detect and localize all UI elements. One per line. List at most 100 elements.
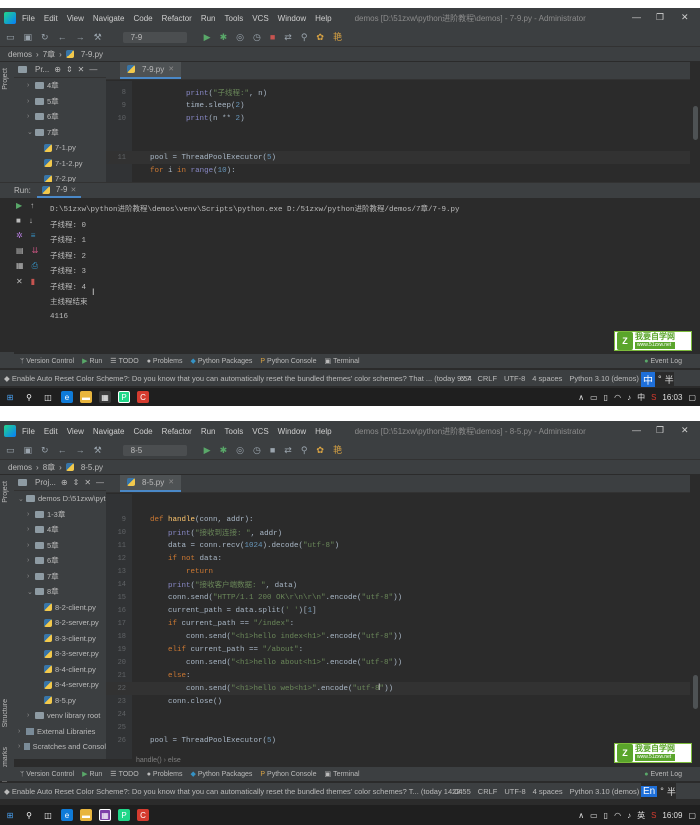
coverage-icon[interactable]: ◎ — [236, 32, 244, 42]
locate-icon[interactable]: ⊕ — [61, 478, 68, 487]
coverage-icon[interactable]: ◎ — [236, 445, 244, 455]
code-editor[interactable]: 8-5.py ✕ 9 def handle(conn, addr): 10 prin… — [106, 475, 690, 759]
ime-indicator[interactable]: En ° 半 — [641, 783, 676, 799]
status-indent[interactable]: 4 spaces — [533, 787, 563, 796]
rerun-icon[interactable]: ▶ — [16, 201, 22, 210]
tool-run[interactable]: ▶ Run — [82, 357, 102, 366]
code-line[interactable]: 15 conn.send("HTTP/1.1 200 OK\r\n\r\n".e… — [106, 591, 690, 604]
stop-run-icon[interactable]: ■ — [16, 216, 21, 225]
status-encoding[interactable]: UTF-8 — [504, 374, 525, 383]
status-indent[interactable]: 4 spaces — [532, 374, 562, 383]
tool-problems[interactable]: ● Problems — [147, 771, 183, 778]
tool-terminal[interactable]: ▣ Terminal — [324, 357, 359, 366]
status-encoding[interactable]: UTF-8 — [504, 787, 525, 796]
settings-gear-icon[interactable]: ✲ — [16, 231, 23, 240]
sync-icon[interactable]: ↻ — [41, 32, 49, 42]
tree-file-item[interactable]: 8-4-server.py — [14, 677, 106, 693]
code-line[interactable]: 14 print("接收客户端数据: ", data) — [106, 578, 690, 591]
tree-folder-item[interactable]: › 7章 — [14, 569, 106, 585]
tool-event-log[interactable]: ● Event Log — [644, 771, 682, 778]
wifi-icon[interactable]: ◠ — [614, 393, 621, 402]
project-panel-title[interactable]: Proj... — [35, 478, 56, 487]
menu-refactor[interactable]: Refactor — [162, 427, 192, 436]
task-view-icon[interactable]: ◫ — [42, 391, 54, 403]
tab-current-file[interactable]: 8-5.py ✕ — [120, 475, 182, 492]
tab-current-file[interactable]: 7-9.py ✕ — [120, 62, 182, 79]
tray-language[interactable]: 中 — [637, 392, 645, 403]
pycharm-taskbar-icon[interactable]: P — [118, 391, 130, 403]
network-icon[interactable]: ▭ — [590, 811, 598, 820]
editor-scrollbar[interactable] — [690, 62, 700, 182]
tree-folder-item[interactable]: › Scratches and Consol — [14, 739, 106, 755]
scrollbar-thumb[interactable] — [693, 106, 698, 140]
scroll-end-icon[interactable]: ⇊ — [32, 246, 39, 255]
code-editor[interactable]: 7-9.py ✕ 8 print("子线程:", n) 9 time.sleep(… — [106, 62, 690, 182]
pin-icon[interactable]: ▦ — [16, 261, 24, 271]
search-icon[interactable]: ⚲ — [23, 391, 35, 403]
menu-help[interactable]: Help — [315, 427, 331, 436]
vcs-icon[interactable]: ⇄ — [284, 32, 292, 42]
plugin-icon[interactable]: ✿ — [316, 32, 324, 42]
close-run-icon[interactable]: ✕ — [16, 277, 23, 286]
chevron-right-icon[interactable]: › — [27, 113, 35, 120]
minimize-icon[interactable]: — — [632, 12, 641, 22]
print-icon[interactable]: ⎙ — [32, 261, 38, 271]
status-line-separator[interactable]: CRLF — [477, 374, 497, 383]
menu-view[interactable]: View — [67, 427, 84, 436]
menu-run[interactable]: Run — [201, 14, 216, 23]
code-line[interactable]: 21 else: — [106, 669, 690, 682]
menu-navigate[interactable]: Navigate — [93, 14, 125, 23]
code-line[interactable]: 19 elif current_path == "/about": — [106, 643, 690, 656]
menu-window[interactable]: Window — [278, 427, 306, 436]
save-icon[interactable]: ▣ — [24, 445, 33, 455]
translate-icon[interactable]: 艳 — [333, 445, 342, 455]
save-icon[interactable]: ▣ — [24, 32, 33, 42]
notifications-icon[interactable]: ▢ — [688, 811, 696, 820]
tree-file-item[interactable]: 8-3-client.py — [14, 631, 106, 647]
pycharm-taskbar-icon[interactable]: P — [118, 809, 130, 821]
back-icon[interactable]: ← — [58, 32, 67, 42]
project-tool-button[interactable]: Project — [2, 68, 9, 90]
code-line[interactable]: 13 return — [106, 565, 690, 578]
close-window-icon[interactable]: ✕ — [681, 425, 689, 436]
tree-folder-item[interactable]: › 5章 — [14, 538, 106, 554]
wifi-icon[interactable]: ◠ — [614, 811, 621, 820]
code-line[interactable]: 25 — [106, 721, 690, 734]
tool-python-console[interactable]: P Python Console — [260, 771, 316, 778]
status-interpreter[interactable]: Python 3.10 (demos) — [569, 374, 639, 383]
tool-python-packages[interactable]: ◆ Python Packages — [191, 770, 253, 779]
stop-icon[interactable]: ■ — [270, 445, 275, 455]
vcs-icon[interactable]: ⇄ — [284, 445, 292, 455]
translate-icon[interactable]: 艳 — [333, 32, 342, 42]
tree-folder-item[interactable]: › 5章 — [14, 94, 106, 110]
code-line[interactable]: 26 pool = ThreadPoolExecutor(5) — [106, 734, 690, 747]
run-config-selector[interactable]: 8-5 — [122, 444, 187, 456]
windows-start-icon[interactable]: ⊞ — [4, 809, 16, 821]
code-line[interactable]: 22 conn.send("<h1>hello web<h1>".encode(… — [106, 682, 690, 695]
chevron-right-icon[interactable]: › — [27, 82, 35, 89]
code-line[interactable]: 24 — [106, 708, 690, 721]
tree-file-item[interactable]: 8-2-server.py — [14, 615, 106, 631]
sync-icon[interactable]: ↻ — [41, 445, 49, 455]
menu-run[interactable]: Run — [201, 427, 216, 436]
windows-start-icon[interactable]: ⊞ — [4, 391, 16, 403]
restore-icon[interactable]: ❐ — [656, 12, 664, 23]
file-explorer-icon[interactable]: ▬ — [80, 391, 92, 403]
tool-python-packages[interactable]: ◆ Python Packages — [191, 357, 253, 366]
menu-view[interactable]: View — [67, 14, 84, 23]
menu-code[interactable]: Code — [133, 427, 152, 436]
code-line[interactable]: 10 print("接收到连接: ", addr) — [106, 526, 690, 539]
tree-folder-item[interactable]: › 6章 — [14, 553, 106, 569]
chevron-right-icon[interactable]: › — [18, 728, 26, 735]
menu-vcs[interactable]: VCS — [252, 427, 268, 436]
breadcrumb-item-file[interactable]: 7-9.py — [81, 50, 103, 59]
chevron-right-icon[interactable]: › — [27, 542, 35, 549]
build-hammer-icon[interactable]: ⚒ — [94, 32, 102, 42]
tool-python-console[interactable]: P Python Console — [260, 358, 316, 365]
close-tab-icon[interactable]: ✕ — [70, 186, 76, 194]
chevron-right-icon[interactable]: › — [27, 712, 35, 719]
app-icon[interactable]: ▦ — [99, 809, 111, 821]
tool-problems[interactable]: ● Problems — [147, 358, 183, 365]
tool-event-log[interactable]: ● Event Log — [644, 358, 682, 365]
scroll-up-icon[interactable]: ↑ — [30, 201, 34, 210]
